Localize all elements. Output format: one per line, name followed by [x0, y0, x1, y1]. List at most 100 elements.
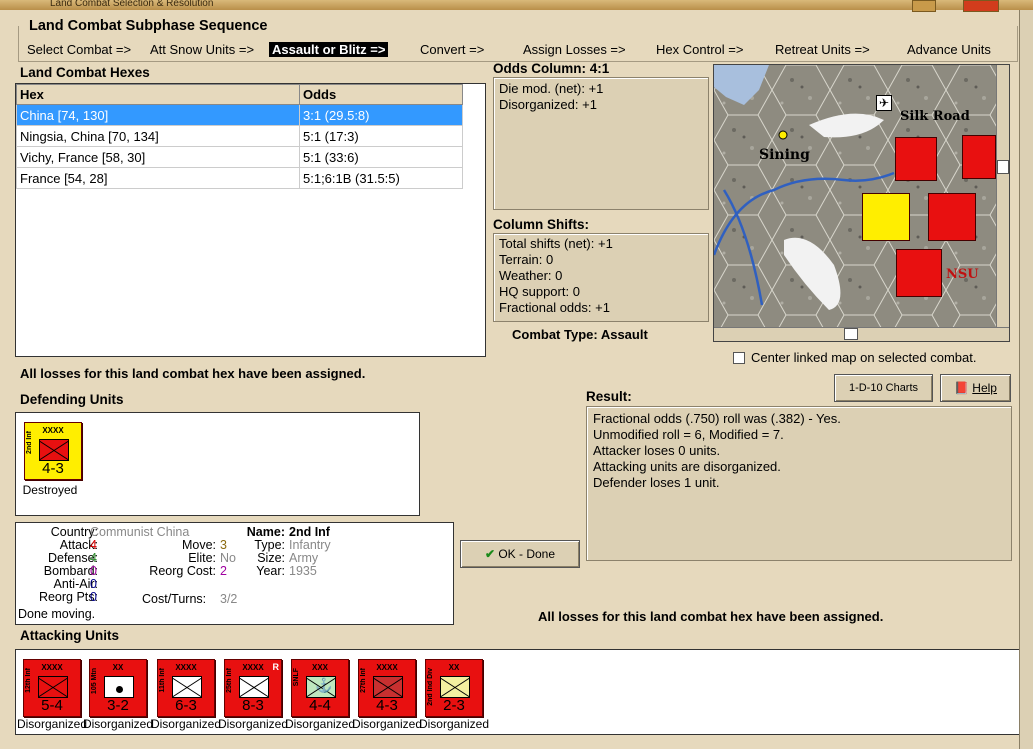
map-unit-red[interactable] [895, 137, 937, 181]
result-line: Attacking units are disorganized. [593, 459, 781, 474]
attacking-unit-status: Disorganized [217, 717, 289, 731]
reorg-pts-label: Reorg Pts: [38, 590, 98, 604]
attacking-unit-snlf[interactable]: SNLF XXX ⚓ 4-4 [291, 659, 349, 717]
odds-cell[interactable]: 3:1 (29.5:8) [299, 104, 463, 126]
attacking-unit-status: Disorganized [82, 717, 154, 731]
infantry-symbol-icon [440, 676, 470, 698]
attacking-unit-105-mtn[interactable]: 105 Mtn XX 3-2 [89, 659, 147, 717]
unit-size: XXXX [175, 663, 197, 672]
unit-strength: 6-3 [175, 697, 197, 714]
window-titlebar: Land Combat Selection & Resolution [0, 0, 1033, 10]
hex-cell[interactable]: France [54, 28] [16, 167, 300, 189]
infantry-symbol-icon [239, 676, 269, 698]
attacking-unit-12th-inf[interactable]: 12th Inf XXXX 5-4 [23, 659, 81, 717]
reserve-marker-icon: R [272, 662, 280, 672]
map-label-sining: Sining [759, 147, 810, 163]
map-label-silk-road: Silk Road [900, 109, 970, 124]
unit-size: XXX [311, 663, 328, 672]
hexes-label: Land Combat Hexes [20, 65, 150, 80]
attacking-unit-status: Disorganized [284, 717, 356, 731]
table-row[interactable]: France [54, 28] 5:1;6:1B (31.5:5) [16, 167, 463, 189]
hex-map[interactable]: Silk Road Sining NSU ✈ [713, 64, 1010, 342]
unit-strength: 8-3 [242, 697, 264, 714]
map-unit-red[interactable] [962, 135, 996, 179]
attacking-unit-25th-inf[interactable]: 25th Inf XXXX R 8-3 [224, 659, 282, 717]
help-button[interactable]: 📕 Help [940, 374, 1011, 402]
map-unit-yellow[interactable] [862, 193, 910, 241]
window-vscrollbar[interactable] [1019, 10, 1033, 749]
attacking-unit-2nd-ind-div[interactable]: 2nd Ind Div XX 2-3 [425, 659, 483, 717]
details-labels-col3: Name: Type: Size: Year: [231, 526, 285, 578]
hexes-table: Hex Odds China [74, 130] 3:1 (29.5:8) Ni… [16, 84, 463, 189]
charts-button[interactable]: 1-D-10 Charts [834, 374, 933, 402]
help-book-icon: 📕 [954, 381, 969, 395]
anchor-icon: ⚓ [315, 677, 333, 693]
minimize-button[interactable] [912, 0, 936, 12]
close-button[interactable] [963, 0, 999, 12]
odds-cell[interactable]: 5:1 (33:6) [299, 146, 463, 168]
table-row[interactable]: Ningsia, China [70, 134] 5:1 (17:3) [16, 125, 463, 147]
seq-step-assign-losses: Assign Losses => [523, 42, 626, 57]
odds-cell[interactable]: 5:1;6:1B (31.5:5) [299, 167, 463, 189]
marine-symbol-icon: ⚓ [306, 676, 336, 698]
table-row[interactable]: China [74, 130] 3:1 (29.5:8) [16, 104, 463, 126]
shift-line: HQ support: 0 [499, 284, 580, 299]
attacking-unit-status: Disorganized [351, 717, 423, 731]
table-row[interactable]: Vichy, France [58, 30] 5:1 (33:6) [16, 146, 463, 168]
attacking-unit-status: Disorganized [150, 717, 222, 731]
shift-line: Terrain: 0 [499, 252, 554, 267]
unit-size: XXXX [42, 426, 64, 435]
odds-cell[interactable]: 5:1 (17:3) [299, 125, 463, 147]
map-vscroll-thumb[interactable] [997, 160, 1009, 174]
unit-size: XXXX [41, 663, 63, 672]
map-vscrollbar[interactable] [996, 65, 1009, 327]
charts-button-label: 1-D-10 Charts [848, 382, 919, 394]
hex-cell[interactable]: Vichy, France [58, 30] [16, 146, 300, 168]
seq-step-retreat: Retreat Units => [775, 42, 870, 57]
odds-column-label: Odds Column: 4:1 [493, 61, 610, 76]
hex-cell[interactable]: China [74, 130] [16, 104, 300, 126]
sequence-label: Land Combat Subphase Sequence [27, 18, 270, 34]
mountain-symbol-icon [104, 676, 134, 698]
seq-step-att-snow: Att Snow Units => [150, 42, 255, 57]
column-shifts-label: Column Shifts: [493, 217, 589, 232]
attacking-unit-status: Disorganized [418, 717, 490, 731]
center-linked-label: Center linked map on selected combat. [751, 350, 977, 365]
details-values-col3: 2nd Inf Infantry Army 1935 [289, 526, 331, 578]
attacking-unit-11th-inf[interactable]: 11th Inf XXXX 6-3 [157, 659, 215, 717]
odds-line: Die mod. (net): +1 [499, 81, 604, 96]
infantry-symbol-icon [373, 676, 403, 698]
map-hscroll-thumb[interactable] [844, 328, 858, 340]
seq-step-assault-blitz: Assault or Blitz => [269, 42, 389, 57]
result-line: Attacker loses 0 units. [593, 443, 721, 458]
defending-unit-status: Destroyed [22, 483, 78, 497]
infantry-symbol-icon [38, 676, 68, 698]
unit-size: XX [112, 663, 124, 672]
col-hex[interactable]: Hex [16, 84, 300, 105]
result-line: Defender loses 1 unit. [593, 475, 720, 490]
result-line: Fractional odds (.750) roll was (.382) -… [593, 411, 841, 426]
infantry-symbol-icon [39, 439, 69, 461]
checkmark-icon: ✔ [484, 547, 495, 561]
hex-cell[interactable]: Ningsia, China [70, 134] [16, 125, 300, 147]
map-unit-red[interactable] [896, 249, 942, 297]
cost-turns-label: Cost/Turns: [142, 592, 207, 606]
defending-unit-2nd-inf[interactable]: 2nd Inf XXXX 4-3 [24, 422, 82, 480]
col-odds[interactable]: Odds [299, 84, 463, 105]
center-linked-checkbox[interactable] [733, 352, 745, 364]
defending-label: Defending Units [20, 392, 124, 407]
ok-done-button[interactable]: ✔ OK - Done [460, 540, 580, 568]
hexes-table-panel: Hex Odds China [74, 130] 3:1 (29.5:8) Ni… [15, 83, 486, 357]
details-labels-col1: Country: Attack: Defense: Bombard: Anti-… [16, 526, 98, 604]
result-line: Unmodified roll = 6, Modified = 7. [593, 427, 784, 442]
map-unit-red[interactable] [928, 193, 976, 241]
shift-line: Weather: 0 [499, 268, 563, 283]
map-hscrollbar[interactable] [714, 327, 1009, 341]
unit-strength: 2-3 [443, 697, 465, 714]
result-panel: Fractional odds (.750) roll was (.382) -… [586, 406, 1012, 561]
seq-step-select-combat: Select Combat => [27, 42, 132, 57]
airfield-icon: ✈ [876, 95, 892, 111]
attacking-unit-27th-inf[interactable]: 27th Inf XXXX 4-3 [358, 659, 416, 717]
ok-done-label: OK - Done [498, 547, 556, 561]
reorg-cost-label: Reorg Cost: [149, 564, 216, 578]
